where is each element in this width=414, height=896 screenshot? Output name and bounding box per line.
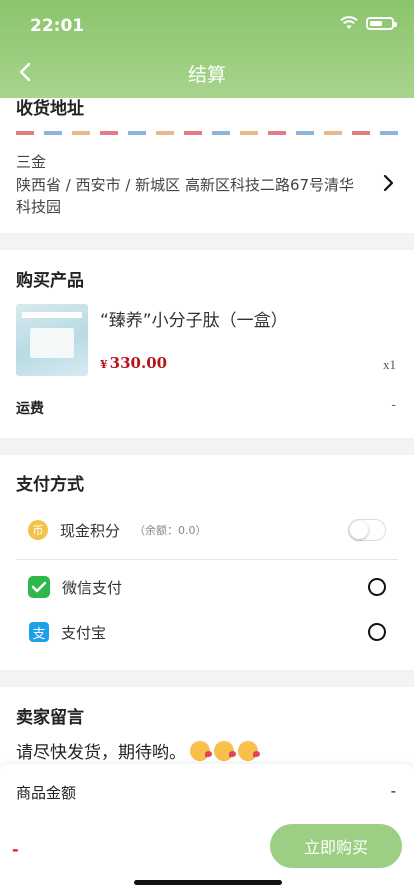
payment-card: 支付方式 币 现金积分 （余额：0.0） 微信支付 支 支付宝 — [0, 455, 414, 670]
divider — [16, 559, 398, 560]
wifi-icon — [340, 16, 358, 29]
home-indicator[interactable] — [134, 880, 282, 885]
kiss-emoji-icon — [190, 741, 212, 761]
recipient-name: 三金 — [16, 153, 47, 171]
shipping-label: 运费 — [16, 401, 44, 417]
page-title: 结算 — [187, 64, 226, 86]
payment-title: 支付方式 — [16, 475, 84, 495]
kiss-emoji-icon — [214, 741, 236, 761]
alipay-label: 支付宝 — [61, 623, 107, 642]
message-text[interactable]: 请尽快发货，期待哟。 — [16, 738, 260, 763]
product-price: ¥330.00 — [100, 354, 168, 372]
status-bar: 22:01 — [0, 0, 414, 48]
address-line: 陕西省 / 西安市 / 新城区 高新区科技二路67号清华科技园 — [16, 176, 355, 216]
wechat-pay-icon — [28, 576, 50, 598]
points-label: 现金积分 — [60, 521, 121, 540]
checkout-footer: 商品金额 - - 立即购买 — [0, 764, 414, 896]
airmail-stripe — [16, 131, 398, 135]
chevron-right-icon[interactable] — [382, 174, 394, 192]
products-card: 购买产品 “臻养”小分子肽（一盒） ¥330.00 x1 运费 - — [0, 250, 414, 438]
wechat-pay-option[interactable]: 微信支付 — [16, 570, 398, 604]
kiss-emoji-icon — [238, 741, 260, 761]
wechat-pay-radio[interactable] — [368, 578, 386, 596]
pay-amount: - — [12, 840, 19, 859]
products-title: 购买产品 — [16, 271, 84, 291]
address-title: 收货地址 — [16, 99, 84, 119]
status-time: 22:01 — [30, 16, 85, 36]
address-card[interactable]: 收货地址 三金 陕西省 / 西安市 / 新城区 高新区科技二路67号清华科技园 — [0, 98, 414, 233]
app-header: 22:01 结算 — [0, 0, 414, 98]
alipay-icon: 支 — [29, 622, 49, 642]
points-option[interactable]: 币 现金积分 （余额：0.0） — [16, 513, 398, 547]
alipay-option[interactable]: 支 支付宝 — [16, 615, 398, 649]
message-title: 卖家留言 — [16, 708, 84, 728]
nav-bar: 结算 — [0, 48, 414, 98]
coin-icon: 币 — [28, 520, 48, 540]
goods-amount-label: 商品金额 — [16, 784, 77, 802]
points-toggle[interactable] — [348, 519, 386, 541]
goods-amount-value: - — [390, 782, 396, 800]
product-quantity: x1 — [383, 357, 396, 372]
product-image — [16, 304, 88, 376]
points-balance: （余额：0.0） — [134, 524, 207, 537]
buy-now-button[interactable]: 立即购买 — [270, 824, 402, 868]
product-name: “臻养”小分子肽（一盒） — [100, 311, 288, 331]
shipping-value: - — [391, 398, 396, 413]
battery-icon — [366, 16, 397, 30]
wechat-pay-label: 微信支付 — [62, 578, 123, 597]
alipay-radio[interactable] — [368, 623, 386, 641]
